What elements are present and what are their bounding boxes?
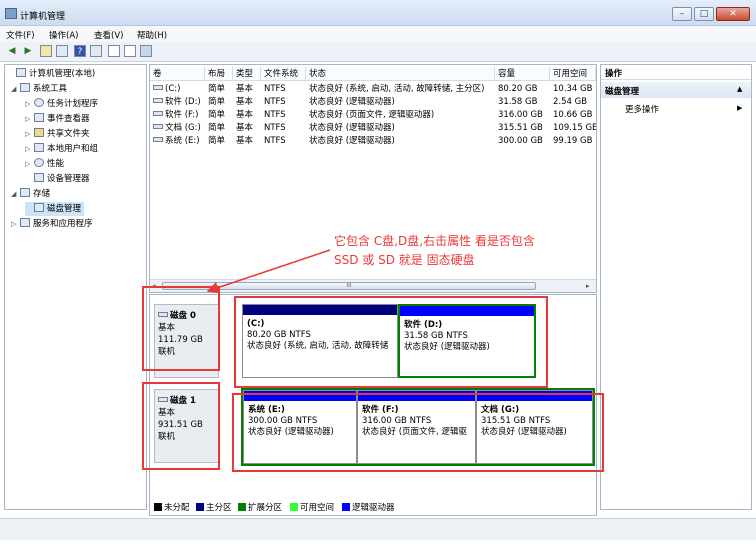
annotation-box-disk-0-partitions: [234, 296, 548, 388]
menu-view[interactable]: 查看(V): [94, 29, 123, 41]
tree-item-device-manager[interactable]: 设备管理器: [25, 172, 90, 186]
drive-icon: [153, 111, 163, 116]
menu-action[interactable]: 操作(A): [49, 29, 78, 41]
annotation-box-disk-1-partitions: [232, 393, 604, 472]
show-hide-tree-icon[interactable]: [56, 45, 68, 57]
forward-icon[interactable]: ▶: [22, 45, 34, 57]
table-row[interactable]: 软件 (D:) 简单 基本 NTFS 状态良好 (逻辑驱动器) 31.58 GB…: [150, 96, 596, 108]
column-header-free-space[interactable]: 可用空间: [550, 67, 596, 81]
menu-bar: 文件(F) 操作(A) 查看(V) 帮助(H): [0, 26, 756, 42]
tree-item-storage[interactable]: ◢ 存储: [11, 187, 50, 201]
disk-management-icon: [34, 203, 44, 212]
tools-icon: [20, 83, 30, 92]
collapse-icon[interactable]: ▲: [737, 85, 742, 93]
legend-extended-partition: 扩展分区: [238, 502, 282, 514]
export-icon[interactable]: [108, 45, 120, 57]
settings-icon[interactable]: [140, 45, 152, 57]
back-icon[interactable]: ◀: [6, 45, 18, 57]
event-viewer-icon: [34, 113, 44, 122]
navigation-tree[interactable]: 计算机管理(本地) ◢ 系统工具 ▷ 任务计划程序 ▷ 事件查看器 ▷ 共享文件夹 ▷ 本…: [4, 64, 147, 510]
help-icon[interactable]: ?: [74, 45, 86, 57]
title-bar: 计算机管理 – □ ✕: [0, 0, 756, 26]
drive-icon: [153, 98, 163, 103]
close-button[interactable]: ✕: [716, 7, 750, 21]
drive-icon: [153, 137, 163, 142]
up-folder-icon[interactable]: [40, 45, 52, 57]
column-header-volume[interactable]: 卷: [150, 67, 205, 81]
annotation-callout: 它包含 C盘,D盘,右击属性 看是否包含 SSD 或 SD 就是 固态硬盘: [334, 234, 535, 267]
maximize-button[interactable]: □: [694, 7, 714, 21]
users-icon: [34, 143, 44, 152]
column-header-type[interactable]: 类型: [233, 67, 261, 81]
legend-free-space: 可用空间: [290, 502, 334, 514]
status-bar: [0, 518, 756, 540]
toolbar: ◀ ▶ ?: [0, 42, 756, 62]
column-header-layout[interactable]: 布局: [205, 67, 233, 81]
column-header-filesystem[interactable]: 文件系统: [261, 67, 306, 81]
actions-header: 操作: [601, 65, 751, 80]
actions-section-disk-management[interactable]: 磁盘管理 ▲: [601, 82, 751, 98]
actions-pane: 操作 磁盘管理 ▲ 更多操作 ▶: [600, 64, 752, 510]
menu-help[interactable]: 帮助(H): [137, 29, 167, 41]
tree-item-performance[interactable]: ▷ 性能: [25, 157, 64, 171]
services-icon: [20, 218, 30, 227]
clock-icon: [34, 98, 44, 107]
drive-icon: [153, 124, 163, 129]
tree-item-services-applications[interactable]: ▷ 服务和应用程序: [11, 217, 93, 231]
table-row[interactable]: 文档 (G:) 简单 基本 NTFS 状态良好 (逻辑驱动器) 315.51 G…: [150, 122, 596, 134]
column-header-status[interactable]: 状态: [306, 67, 495, 81]
tree-item-task-scheduler[interactable]: ▷ 任务计划程序: [25, 97, 98, 111]
minimize-button[interactable]: –: [672, 7, 692, 21]
storage-icon: [20, 188, 30, 197]
tree-item-disk-management[interactable]: 磁盘管理: [25, 202, 85, 216]
computer-icon: [16, 68, 26, 77]
menu-file[interactable]: 文件(F): [6, 29, 35, 41]
tree-item-shared-folders[interactable]: ▷ 共享文件夹: [25, 127, 90, 141]
more-actions-item[interactable]: 更多操作 ▶: [601, 101, 751, 115]
table-row[interactable]: 软件 (F:) 简单 基本 NTFS 状态良好 (页面文件, 逻辑驱动器) 31…: [150, 109, 596, 121]
scroll-right-icon[interactable]: ▸: [586, 282, 590, 290]
submenu-arrow-icon: ▶: [737, 104, 743, 112]
tree-item-system-tools[interactable]: ◢ 系统工具: [11, 82, 67, 96]
drive-icon: [153, 85, 163, 90]
window-title: 计算机管理: [20, 12, 66, 22]
legend-logical-drive: 逻辑驱动器: [342, 502, 395, 514]
legend-primary-partition: 主分区: [196, 502, 232, 514]
table-row[interactable]: 系统 (E:) 简单 基本 NTFS 状态良好 (逻辑驱动器) 300.00 G…: [150, 135, 596, 147]
tree-item-event-viewer[interactable]: ▷ 事件查看器: [25, 112, 90, 126]
tree-item-local-users[interactable]: ▷ 本地用户和组: [25, 142, 98, 156]
device-manager-icon: [34, 173, 44, 182]
legend-unallocated: 未分配: [154, 502, 190, 514]
annotation-box-disk-0: [142, 286, 220, 371]
annotation-box-disk-1: [142, 382, 220, 470]
view-icon[interactable]: [90, 45, 102, 57]
performance-icon: [34, 158, 44, 167]
table-row[interactable]: (C:) 简单 基本 NTFS 状态良好 (系统, 启动, 活动, 故障转储, …: [150, 83, 596, 95]
tree-item-computer-management[interactable]: 计算机管理(本地): [7, 67, 95, 81]
computer-management-icon: [5, 8, 17, 19]
shared-folder-icon: [34, 128, 44, 137]
column-header-capacity[interactable]: 容量: [495, 67, 550, 81]
properties-icon[interactable]: [124, 45, 136, 57]
